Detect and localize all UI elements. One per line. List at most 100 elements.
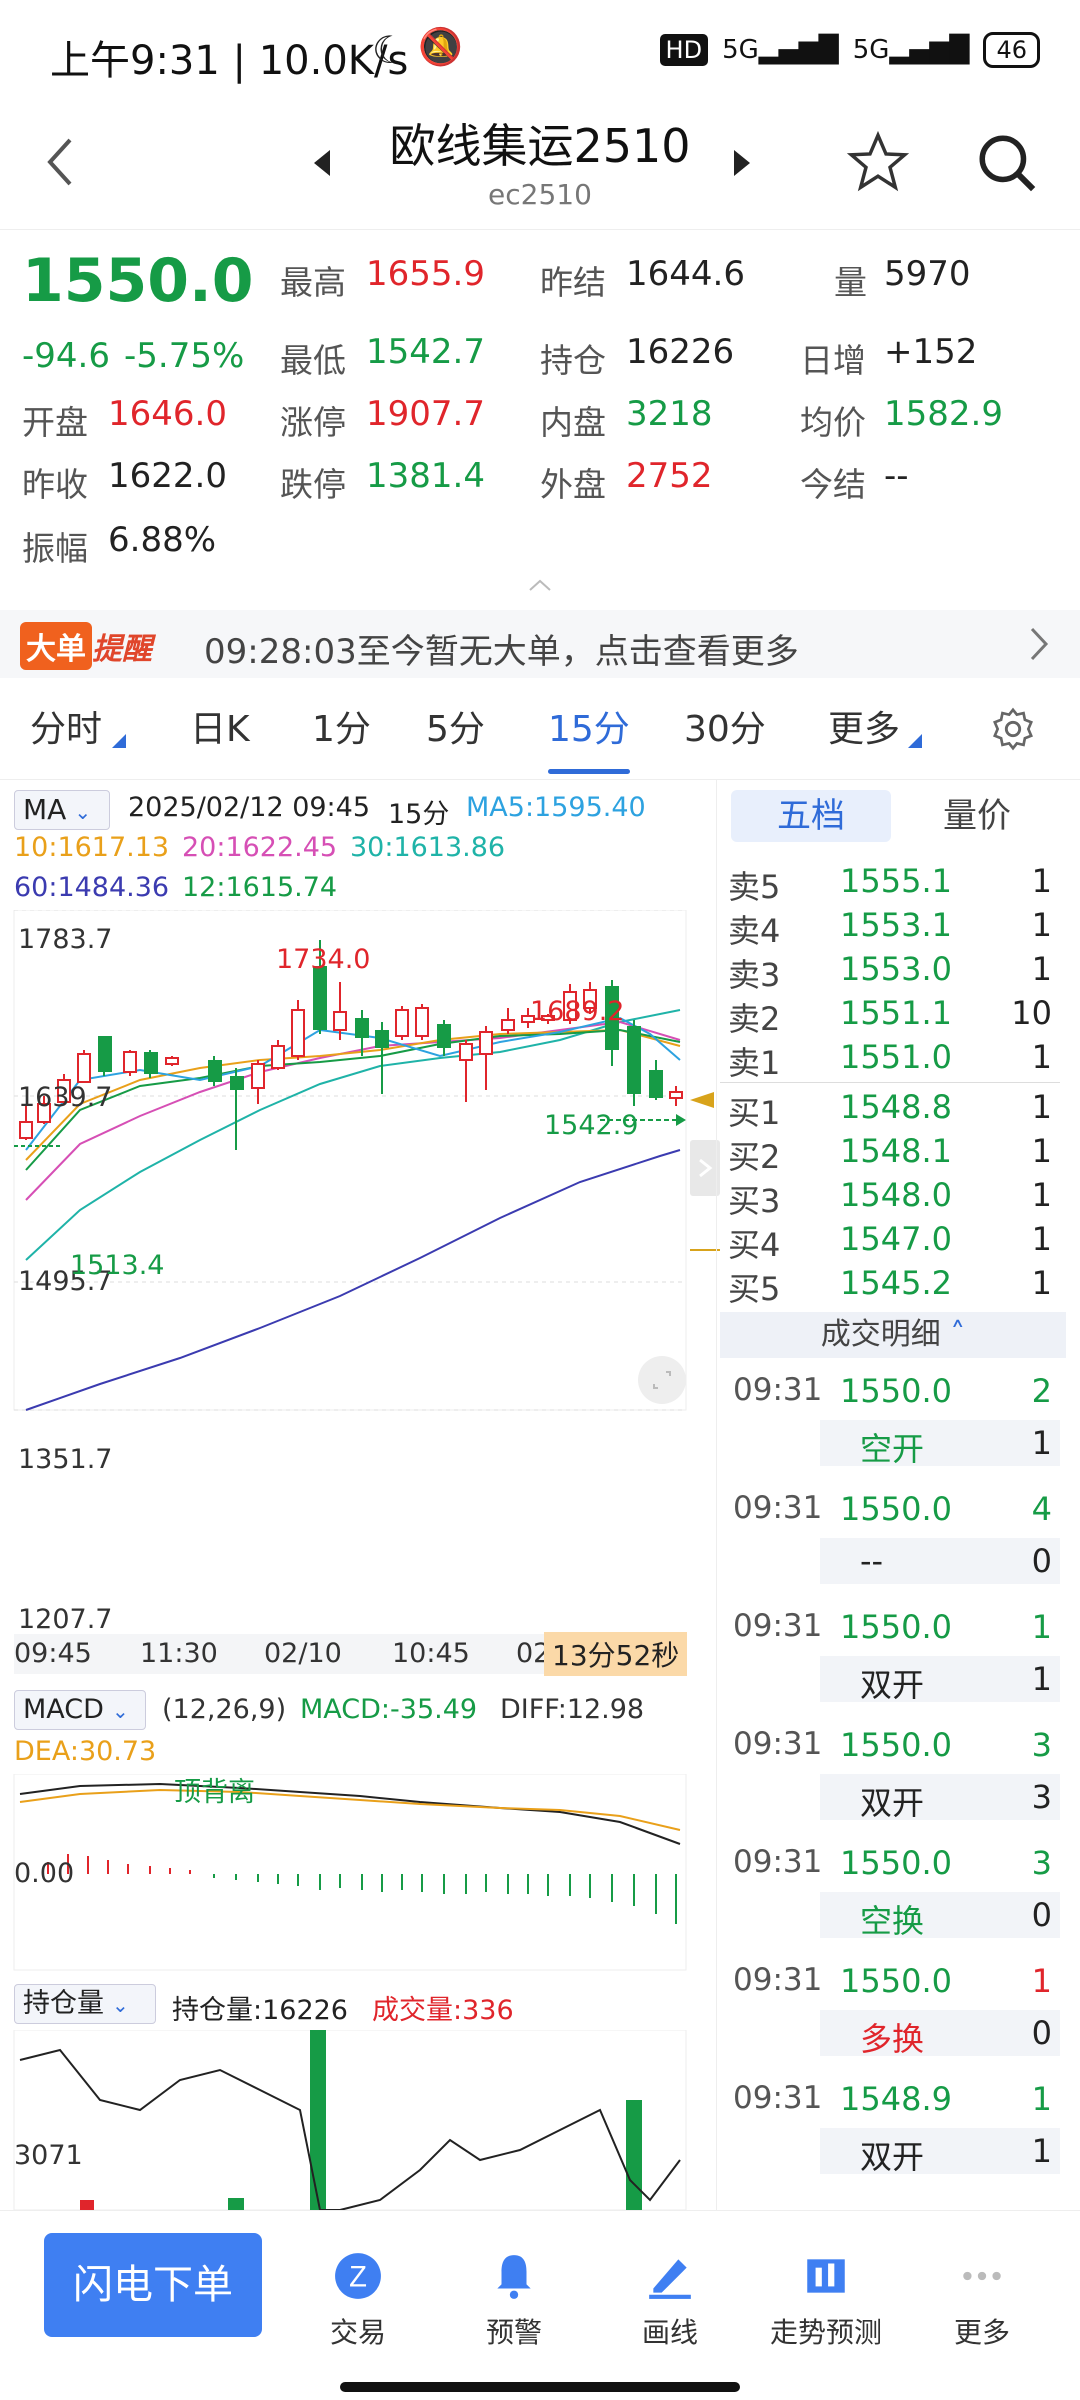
status-time: 上午9:31 | 10.0K/s [50,38,409,84]
macd-diff: DIFF:12.98 [500,1694,645,1725]
prev-settle-value: 1644.6 [626,254,745,294]
book-divider [720,1082,1060,1083]
tab-dropdown-icon [112,734,126,748]
nav-more[interactable]: 更多 [912,2251,1052,2351]
tab-1min[interactable]: 1分 [312,700,371,752]
daily-inc-value: +152 [884,332,978,372]
nav-draw-label: 画线 [641,2316,698,2349]
bid-row: 买3 1548.0 1 [728,1176,1052,1220]
macd-value: MACD:-35.49 [300,1694,478,1725]
price-axis-5: 1207.7 [18,1604,113,1635]
quote-panel: 1550.0 -94.6 -5.75% 开盘 1646.0 昨收 1622.0 … [0,230,1080,610]
bid-row: 买5 1545.2 1 [728,1264,1052,1308]
pencil-icon [649,2259,691,2299]
search-icon[interactable] [974,130,1040,196]
limit-up-label: 涨停 [280,403,346,442]
chevron-down-icon: ⌄ [74,800,92,824]
avg-label: 均价 [800,403,866,442]
collapse-icon[interactable] [528,578,552,592]
oi-value: 16226 [626,332,735,372]
bottom-nav: 闪电下单 Z 交易 预警 画线 走势预测 更多 [0,2210,1080,2400]
nav-draw[interactable]: 画线 [600,2251,740,2351]
more-dots-icon [963,2271,1001,2281]
low-label: 最低 [280,341,346,380]
outer-value: 2752 [626,456,713,496]
time-axis-2: 11:30 [140,1638,218,1669]
svg-text:Z: Z [349,2261,367,2293]
macd-dea: DEA:30.73 [14,1736,157,1767]
tab-15min[interactable]: 15分 [548,700,630,774]
bell-icon [497,2255,531,2299]
prev-settle-label: 昨结 [540,263,606,302]
oi-chart[interactable] [0,2030,700,2210]
tab-timeshare[interactable]: 分时 [30,700,102,752]
nav-alert[interactable]: 预警 [444,2251,584,2351]
ma10-value: 10:1617.13 [14,832,170,863]
battery-icon: 46 [983,32,1040,68]
tab-5min[interactable]: 5分 [426,700,485,752]
high2-annotation: 1689.2 [530,996,625,1027]
settings-gear-icon[interactable] [990,706,1036,752]
status-right: HD 5G▂▄▆█ 5G▂▄▆█ 46 [659,32,1040,68]
status-bar: 上午9:31 | 10.0K/s ☾ 🔕 HD 5G▂▄▆█ 5G▂▄▆█ 46 [0,0,1080,110]
trade-icon: Z [335,2253,381,2299]
tab-30min[interactable]: 30分 [684,700,766,752]
price-axis-1: 1783.7 [18,924,113,955]
chart-datetime: 2025/02/12 09:45 [128,792,371,823]
oi-axis: 3071 [14,2140,83,2171]
tab-daily-k[interactable]: 日K [190,700,250,752]
price-axis-4: 1351.7 [18,1444,113,1475]
contract-code: ec2510 [488,178,592,211]
limit-up-value: 1907.7 [366,394,485,434]
today-settle-label: 今结 [800,465,866,504]
star-icon[interactable] [846,130,910,194]
open-label: 开盘 [22,403,88,442]
next-contract-icon[interactable] [730,148,754,178]
outer-label: 外盘 [540,465,606,504]
tab-five-levels[interactable]: 五档 [731,790,891,842]
limit-down-label: 跌停 [280,465,346,504]
amplitude-label: 振幅 [22,529,88,568]
flash-order-button[interactable]: 闪电下单 [44,2233,262,2337]
big-order-badge-2: 提醒 [92,632,152,667]
nav-trade[interactable]: Z 交易 [288,2251,428,2351]
high-annotation: 1734.0 [276,944,371,975]
indicator-select[interactable]: MA ⌄ [14,790,110,830]
left-low-annotation: 1513.4 [70,1250,165,1281]
tab-more[interactable]: 更多 [828,700,900,752]
nav-trend[interactable]: 走势预测 [756,2251,896,2351]
countdown-badge: 13分52秒 [544,1632,688,1676]
last-low-annotation: 1542.9 [544,1110,639,1141]
big-order-bar[interactable]: 大单 提醒 09:28:03至今暂无大单，点击查看更多 [0,610,1080,678]
trades-header[interactable]: 成交明细 ˄ [720,1312,1066,1358]
kline-chart[interactable] [0,910,720,1420]
tab-volume-price[interactable]: 量价 [897,790,1057,842]
chart-period: 15分 [388,799,450,830]
nav-trade-label: 交易 [329,2316,386,2349]
daily-inc-label: 日增 [800,341,866,380]
ask-row: 卖3 1553.0 1 [728,950,1052,994]
avg-value: 1582.9 [884,394,1003,434]
macd-chart[interactable] [0,1774,700,1974]
nav-more-label: 更多 [953,2316,1010,2349]
macd-label: MACD [23,1694,104,1725]
indicator-label: MA [23,793,67,826]
time-axis-3: 02/10 [264,1638,342,1669]
bid-row: 买2 1548.1 1 [728,1132,1052,1176]
change-value: -94.6 [22,336,110,376]
oi-select[interactable]: 持仓量 ⌄ [14,1984,156,2024]
macd-divergence-note: 顶背离 [174,1777,255,1808]
volume-label: 量 [834,263,867,302]
home-indicator [340,2382,740,2392]
period-tabs: 分时 日K 1分 5分 15分 30分 更多 [0,680,1080,780]
today-settle-value: -- [884,456,909,496]
macd-select[interactable]: MACD ⌄ [14,1690,146,1730]
low-value: 1542.7 [366,332,485,372]
contract-title: 欧线集运2510 [389,119,691,173]
signal-icon-2: 5G▂▄▆█ [852,35,970,65]
prev-close-value: 1622.0 [108,456,227,496]
high-value: 1655.9 [366,254,485,294]
trend-book-icon [807,2259,845,2293]
macd-params: (12,26,9) [162,1694,287,1725]
last-price: 1550.0 [22,246,254,316]
